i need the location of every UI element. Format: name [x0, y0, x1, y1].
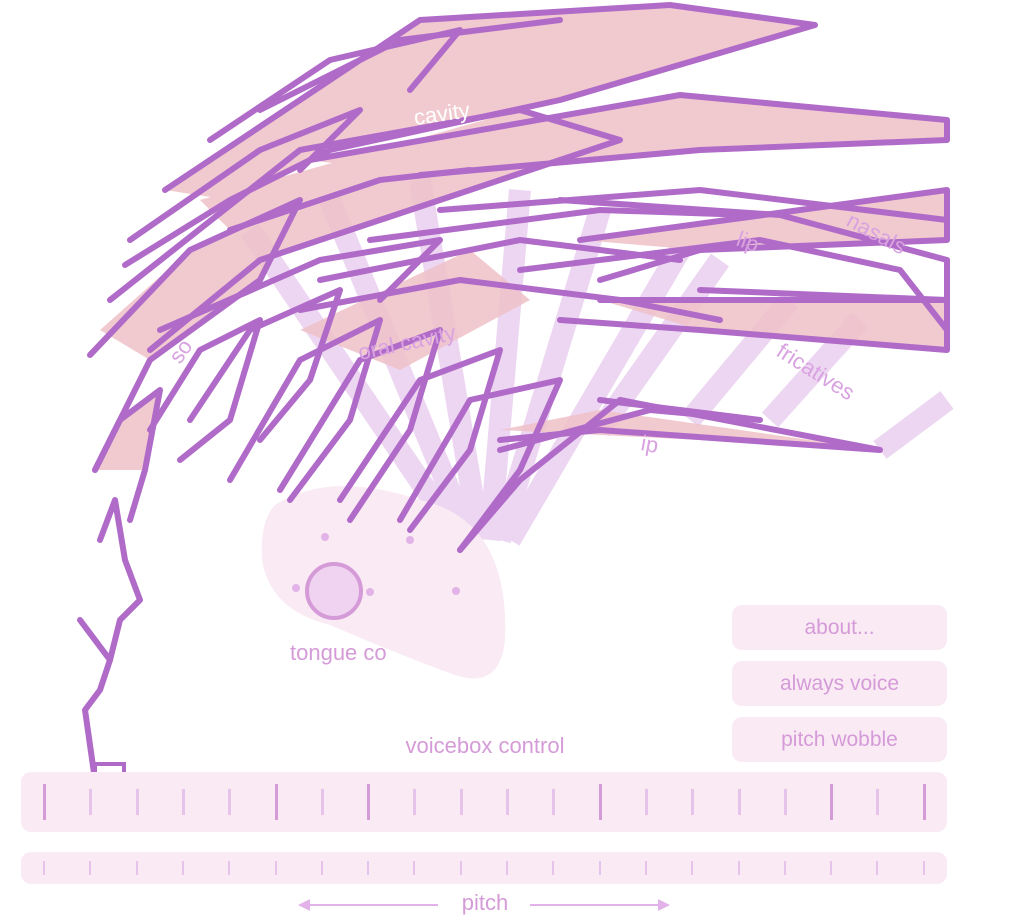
pitch-tick [830, 861, 833, 875]
voicebox-key[interactable] [922, 784, 926, 820]
tongue-handle[interactable] [305, 562, 363, 620]
voicebox-key[interactable] [644, 789, 648, 815]
pitch-tick [320, 861, 323, 875]
pitch-tick [274, 861, 277, 875]
pitch-tick [506, 861, 508, 875]
voicebox-key[interactable] [89, 789, 93, 815]
pitch-tick [413, 861, 416, 875]
pitch-tick [783, 861, 786, 875]
pitch-tick [552, 861, 555, 875]
tongue-dot [406, 536, 414, 544]
voicebox-key[interactable] [43, 784, 46, 820]
pitch-tick [737, 861, 740, 875]
voicebox-key[interactable] [274, 784, 278, 820]
voicebox-key[interactable] [367, 784, 371, 820]
pitch-arrow-right-icon [658, 899, 670, 911]
pitch-tick [135, 861, 138, 875]
always-voice-button[interactable]: always voice [732, 661, 947, 706]
pitch-tick [43, 861, 45, 875]
tongue-dot [366, 588, 374, 596]
pitch-tick [228, 861, 231, 875]
voicebox-key[interactable] [552, 789, 556, 815]
tongue-dot [321, 533, 329, 541]
voicebox-key[interactable] [413, 789, 417, 815]
voicebox-key[interactable] [459, 789, 463, 815]
pitch-wobble-button[interactable]: pitch wobble [732, 717, 947, 762]
pitch-strip[interactable] [21, 852, 947, 884]
pitch-tick [644, 861, 647, 875]
pitch-tick [922, 861, 925, 875]
voicebox-key[interactable] [737, 789, 741, 815]
voicebox-key[interactable] [876, 789, 880, 815]
voicebox-key[interactable] [228, 789, 232, 815]
voicebox-key[interactable] [181, 789, 185, 815]
voicebox-key[interactable] [830, 784, 834, 820]
pitch-tick [367, 861, 370, 875]
pitch-tick [691, 861, 694, 875]
voicebox-keyboard[interactable] [21, 772, 947, 832]
voicebox-key[interactable] [691, 789, 695, 815]
pitch-tick [89, 861, 92, 875]
pitch-tick [876, 861, 879, 875]
voicebox-key[interactable] [783, 789, 787, 815]
pitch-arrow-left-line [310, 904, 438, 906]
label-stop: ip [639, 430, 660, 458]
tongue-dot [292, 584, 300, 592]
pitch-arrow-left-icon [298, 899, 310, 911]
voicebox-control-label: voicebox control [405, 733, 565, 758]
pitch-tick [598, 861, 601, 875]
tongue-dot [452, 587, 460, 595]
pitch-arrow-right-line [530, 904, 658, 906]
voicebox-key[interactable] [320, 789, 324, 815]
voicebox-key[interactable] [135, 789, 139, 815]
pitch-tick [181, 861, 184, 875]
tongue-control-label: tongue co [290, 640, 387, 665]
pitch-tick [459, 861, 462, 875]
voicebox-key[interactable] [506, 789, 509, 815]
pitch-label: pitch [461, 890, 509, 915]
voicebox-key[interactable] [598, 784, 602, 820]
about-button[interactable]: about... [732, 605, 947, 650]
